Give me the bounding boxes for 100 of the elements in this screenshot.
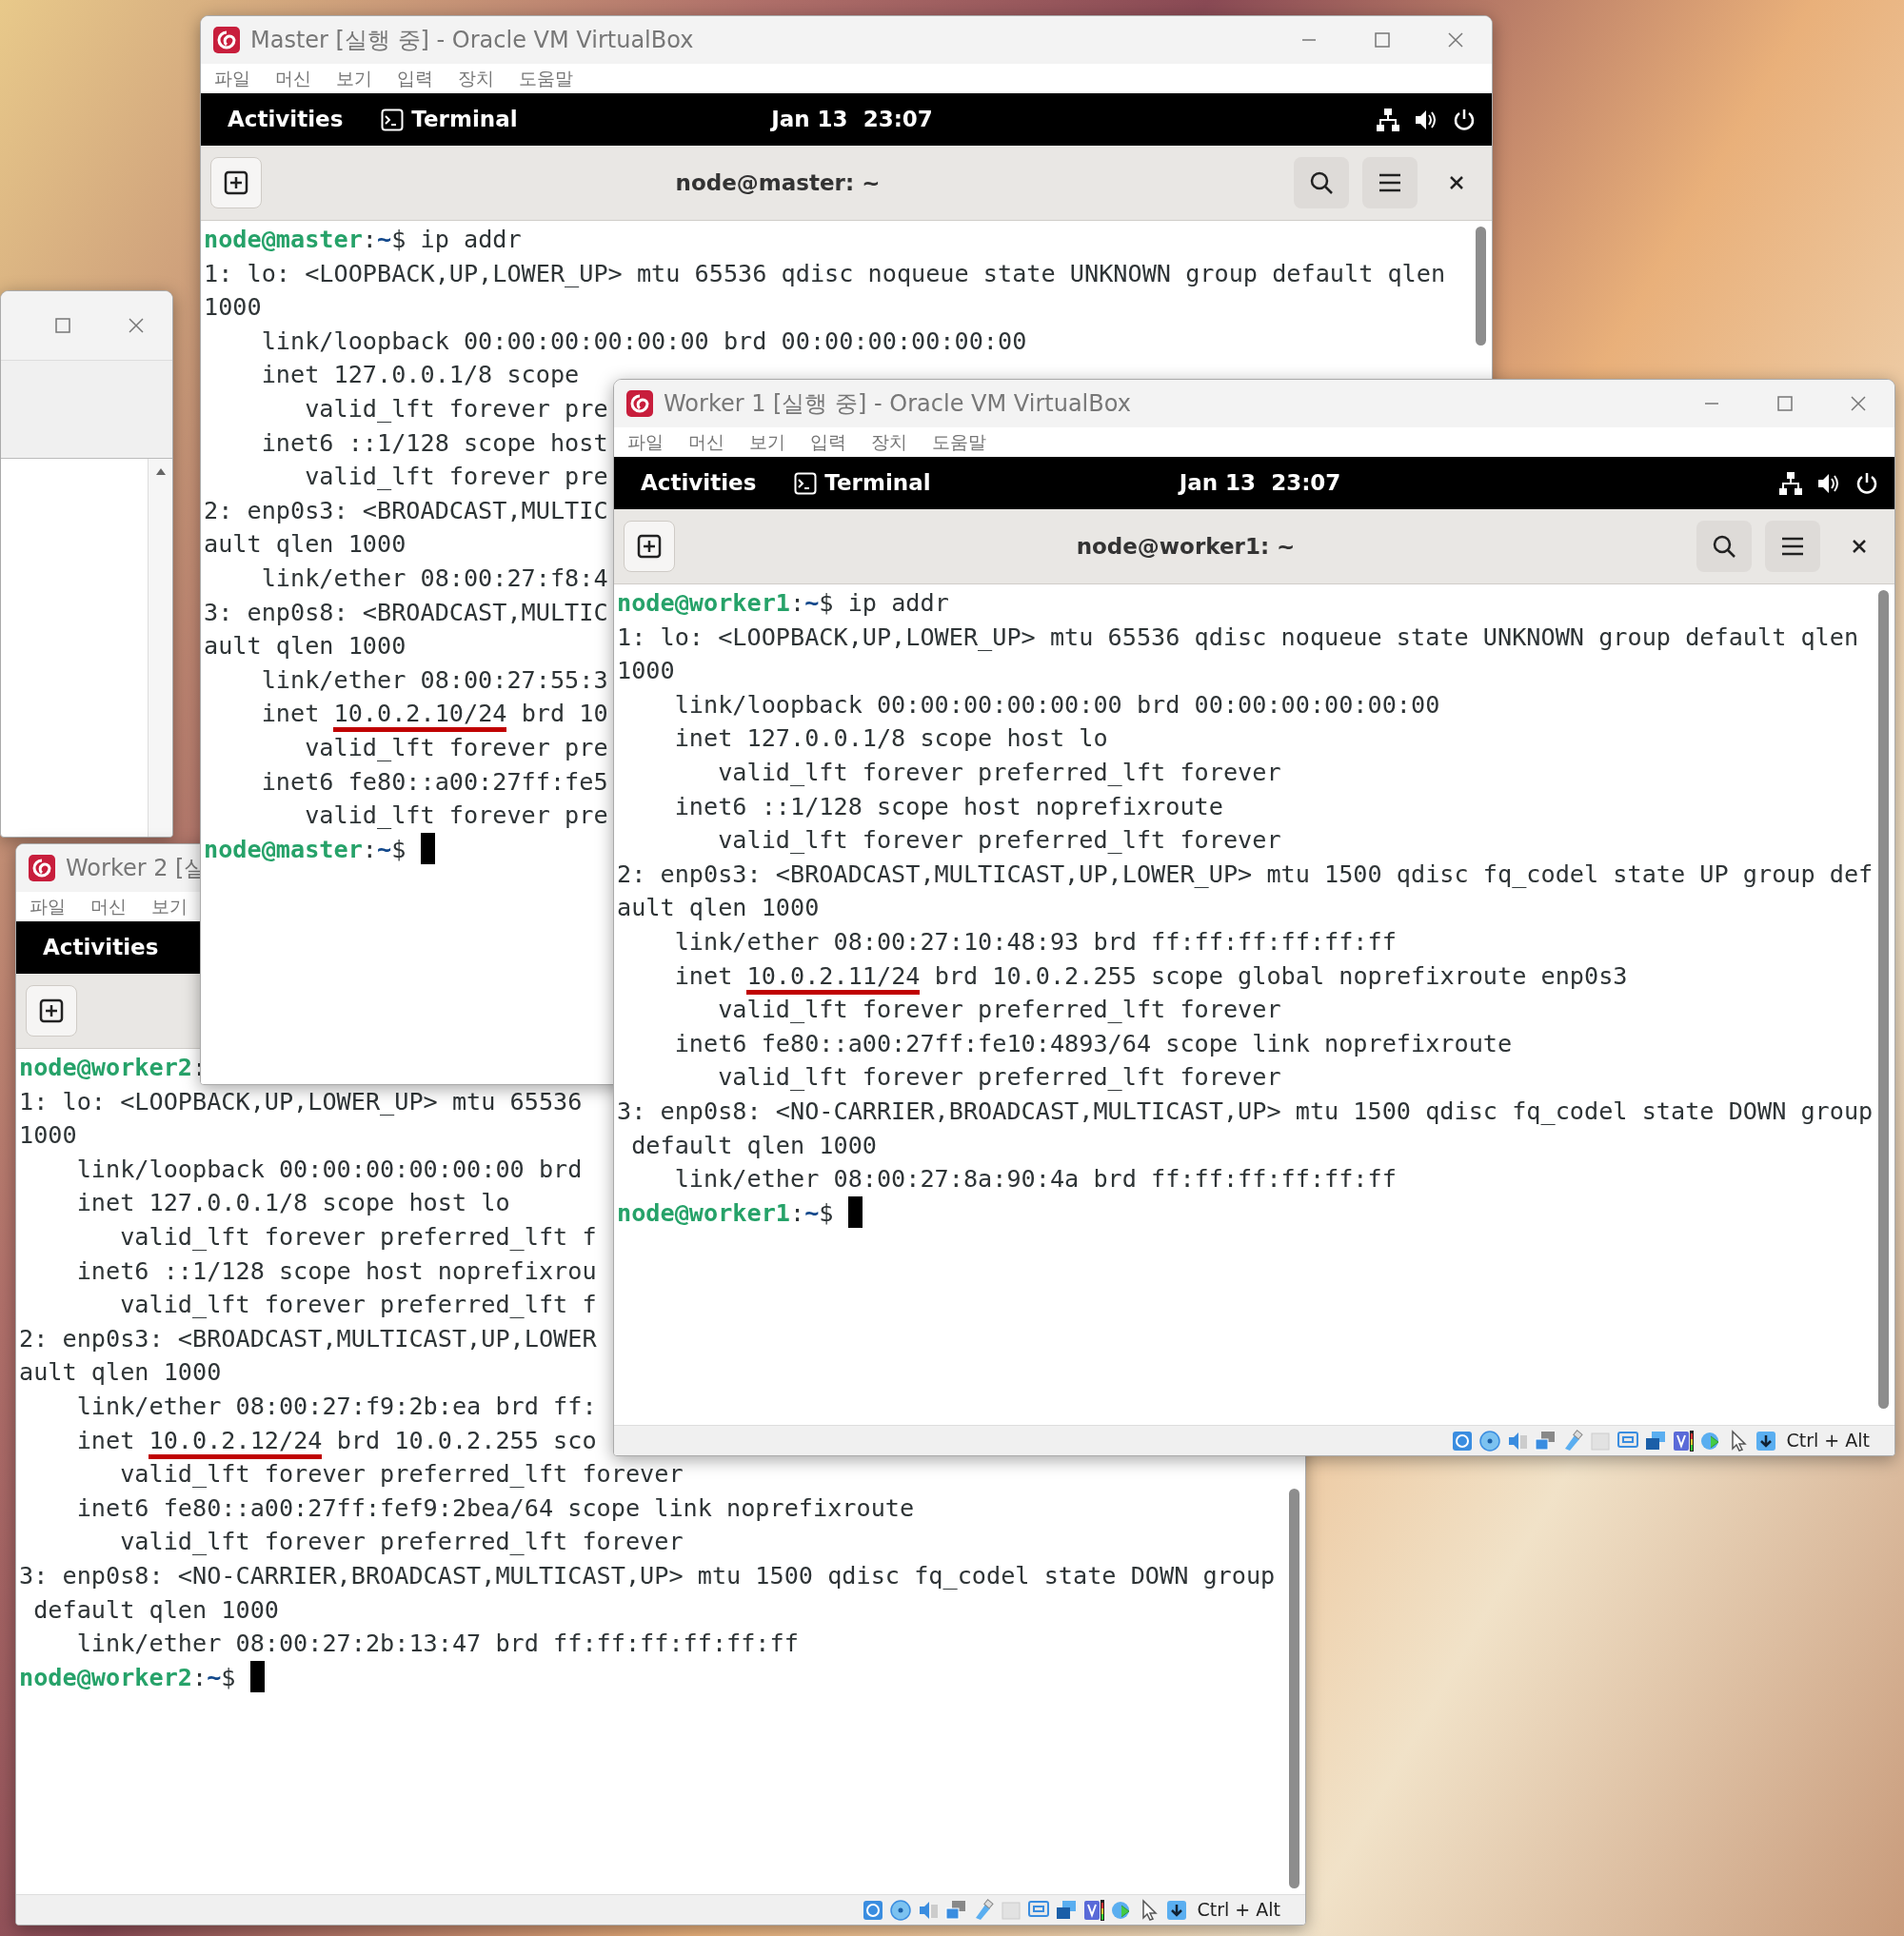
menu-item[interactable]: 도움말 [932, 428, 986, 456]
terminal-line: 3: enp0s8: <NO-CARRIER,BROADCAST,MULTICAST,UP> mtu 1500 qdisc fq_codel state DOWN group [617, 1096, 1874, 1127]
terminal-line: 1000 [19, 1120, 77, 1152]
clock[interactable]: Jan 13 23:07 [1179, 466, 1341, 500]
terminal-title: node@worker1: ~ [1075, 532, 1297, 561]
menu-item[interactable]: 입력 [397, 65, 433, 92]
menu-item[interactable]: 입력 [810, 428, 846, 456]
terminal-line: 1: lo: <LOOPBACK,UP,LOWER_UP> mtu 65536 [19, 1086, 583, 1117]
terminal-line: valid_lft forever pre [304, 800, 608, 832]
maximize-icon[interactable] [1775, 395, 1794, 412]
close-icon[interactable] [127, 317, 145, 334]
terminal-line: valid_lft forever preferred_lft f [119, 1290, 597, 1321]
terminal-line: link/ether 08:00:27:f8:4 [260, 563, 608, 594]
new-tab-button[interactable] [624, 521, 675, 572]
terminal-line: inet6 fe80::a00:27ff:fef9:2bea/64 scope link noprefixroute [75, 1492, 915, 1524]
optical-disc-icon [1478, 1429, 1502, 1452]
menu-item[interactable]: 보기 [749, 428, 785, 456]
terminal-line: 2: enp0s3: <BROADCAST,MULTICAST,UP,LOWER_UP> mtu 1500 qdisc fq_codel state UP group def [617, 859, 1874, 890]
activities-button[interactable]: Activities [43, 931, 159, 964]
terminal-line: ault qlen 1000 [19, 1357, 222, 1389]
terminal-line: valid_lft forever preferred_lft forever [119, 1527, 684, 1558]
new-tab-button[interactable] [26, 985, 77, 1037]
terminal-line: 1000 [617, 656, 675, 687]
terminal-line: ault qlen 1000 [204, 529, 407, 561]
search-button[interactable] [1294, 157, 1349, 208]
terminal-line: link/loopback 00:00:00:00:00:00 brd [75, 1154, 583, 1185]
terminal-line: 3: enp0s8: <BROADCAST,MULTIC [204, 597, 608, 628]
search-button[interactable] [1696, 521, 1752, 572]
activities-button[interactable]: Activities [641, 466, 757, 500]
prompt-line: node@worker2:~$ [19, 1660, 265, 1695]
terminal-line: 2: enp0s3: <BROADCAST,MULTIC [204, 495, 608, 526]
terminal-title: node@master: ~ [674, 168, 882, 197]
power-icon[interactable] [1854, 470, 1879, 496]
menu-button[interactable] [1362, 157, 1418, 208]
terminal-line: 1: lo: <LOOPBACK,UP,LOWER_UP> mtu 65536 qdisc noqueue state UNKNOWN group default qlen [617, 622, 1859, 653]
power-icon[interactable] [1452, 107, 1477, 132]
clock[interactable]: Jan 13 23:07 [771, 103, 933, 136]
menu-item[interactable]: 파일 [30, 893, 66, 920]
activities-button[interactable]: Activities [228, 103, 344, 136]
terminal-line: inet 10.0.2.11/24 brd 10.0.2.255 scope global noprefixroute enp0s3 [617, 958, 1628, 994]
menu-item[interactable]: 보기 [336, 65, 372, 92]
terminal-line: default qlen 1000 [630, 1130, 877, 1161]
terminal-line: link/ether 08:00:27:55:3 [260, 664, 608, 696]
terminal-line: inet 127.0.0.1/8 scope [260, 360, 580, 391]
menu-item[interactable]: 도움말 [519, 65, 573, 92]
network-icon[interactable] [1376, 107, 1400, 132]
menu-item[interactable]: 머신 [275, 65, 311, 92]
close-icon[interactable] [1446, 31, 1464, 49]
app-logo-icon [212, 26, 241, 54]
menu-item[interactable]: 장치 [458, 65, 494, 92]
terminal-line: link/ether 08:00:27:2b:13:47 brd ff:ff:ff:ff:ff:ff [75, 1629, 799, 1660]
menu-item[interactable]: 파일 [627, 428, 664, 456]
app-menu-label[interactable]: Terminal [824, 466, 931, 500]
terminal-line: valid_lft forever preferred_lft forever [717, 825, 1281, 857]
terminal-line: 1: lo: <LOOPBACK,UP,LOWER_UP> mtu 65536 qdisc noqueue state UNKNOWN group default qlen [204, 258, 1446, 289]
menu-item[interactable]: 장치 [871, 428, 907, 456]
network-icon [1534, 1429, 1557, 1452]
terminal-line: inet6 fe80::a00:27ff:fe10:4893/64 scope link noprefixroute [673, 1028, 1513, 1059]
menu-item[interactable]: 파일 [214, 65, 250, 92]
close-icon [1852, 539, 1867, 554]
terminal-line: inet 127.0.0.1/8 scope host lo [75, 1188, 510, 1219]
new-tab-button[interactable] [210, 157, 262, 208]
window-title: Master [실행 중] - Oracle VM VirtualBox [250, 26, 694, 55]
terminal-line: valid_lft forever preferred_lft f [119, 1221, 597, 1253]
prompt-line: node@master:~$ ip addr [204, 225, 522, 255]
terminal-line: ault qlen 1000 [204, 631, 407, 662]
prompt-line: node@master:~$ [204, 832, 435, 867]
terminal-line: ault qlen 1000 [617, 893, 820, 924]
terminal-line: valid_lft forever pre [304, 393, 608, 425]
terminal-line: default qlen 1000 [32, 1594, 279, 1626]
maximize-icon[interactable] [1373, 31, 1391, 49]
terminal-line: 1000 [204, 292, 262, 324]
search-icon [1712, 534, 1736, 559]
terminal-line: inet6 ::1/128 scope host noprefixrou [75, 1255, 597, 1287]
v-chip-icon [1672, 1429, 1696, 1452]
terminal-line: valid_lft forever pre [304, 462, 608, 493]
terminal-line: inet 10.0.2.12/24 brd 10.0.2.255 sco [19, 1423, 597, 1458]
search-icon [1309, 170, 1334, 195]
prompt-line: node@worker1:~$ ip addr [617, 588, 949, 619]
plus-square-icon [39, 998, 64, 1023]
terminal-line: inet6 ::1/128 scope host noprefixroute [673, 791, 1223, 822]
close-icon[interactable] [1849, 395, 1867, 412]
menu-item[interactable]: 보기 [151, 893, 188, 920]
menu-icon [1378, 172, 1401, 193]
close-icon [1449, 175, 1464, 190]
terminal-line: inet 127.0.0.1/8 scope host lo [673, 723, 1108, 755]
app-menu-label[interactable]: Terminal [411, 103, 518, 136]
windows-icon [1055, 1898, 1079, 1922]
terminal-line: valid_lft forever pre [304, 732, 608, 763]
windows-icon [1644, 1429, 1668, 1452]
maximize-icon[interactable] [53, 317, 71, 334]
menu-item[interactable]: 머신 [90, 893, 127, 920]
terminal-line: valid_lft forever preferred_lft forever [717, 1062, 1281, 1094]
host-key-label: Ctrl + Alt [1197, 1898, 1280, 1923]
terminal-line: valid_lft forever preferred_lft forever [119, 1459, 684, 1491]
menu-button[interactable] [1765, 521, 1820, 572]
menu-item[interactable]: 머신 [688, 428, 724, 456]
network-icon[interactable] [1778, 470, 1803, 496]
scroll-up-icon[interactable] [154, 466, 167, 476]
prompt-line: node@worker1:~$ [617, 1195, 863, 1231]
